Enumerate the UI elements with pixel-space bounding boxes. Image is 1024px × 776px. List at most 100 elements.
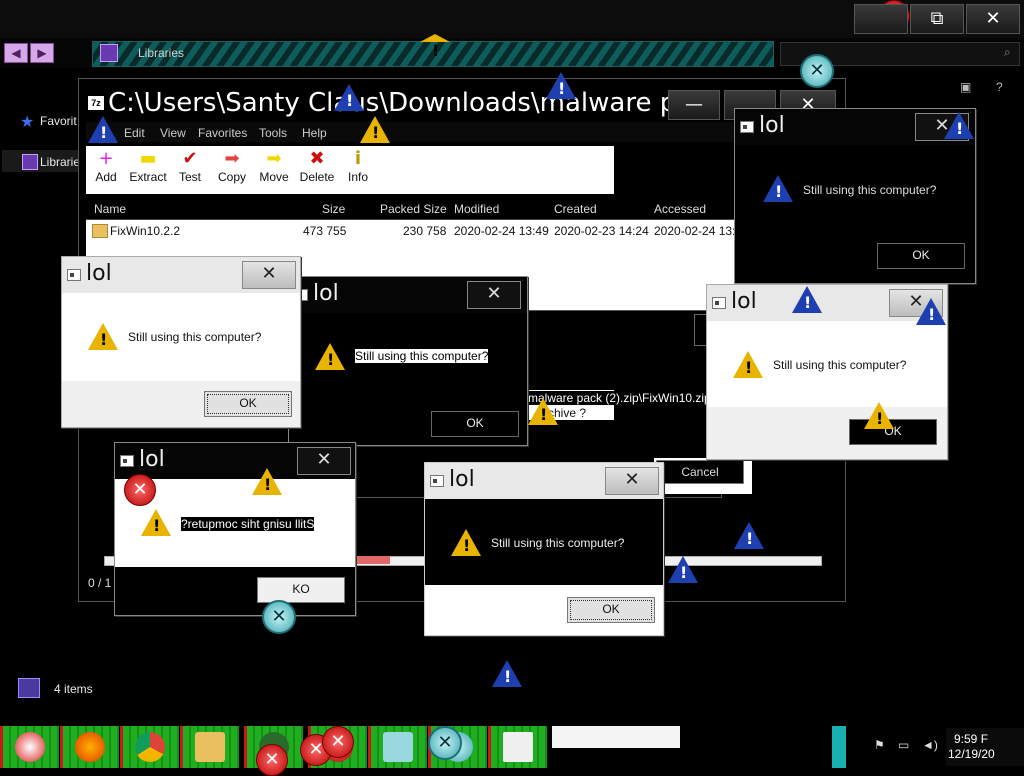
ko-button[interactable]: KO xyxy=(257,577,345,603)
column-size[interactable]: Size xyxy=(322,202,345,216)
add-button[interactable]: + Add xyxy=(84,148,128,184)
volume-icon[interactable]: ◄) xyxy=(922,738,938,752)
breadcrumb[interactable]: Libraries xyxy=(138,46,184,60)
test-icon: ✔ xyxy=(182,148,198,169)
info-button[interactable]: i Info xyxy=(336,148,380,184)
dialog-title: lol xyxy=(449,467,475,492)
libraries-status-icon xyxy=(18,678,40,698)
clock[interactable]: 9:59 F 12/19/20 xyxy=(946,728,1024,766)
warning-triangle-icon xyxy=(733,351,763,378)
column-packed-size[interactable]: Packed Size xyxy=(380,202,447,216)
warning-triangle-icon xyxy=(315,343,345,370)
row-accessed: 2020-02-24 13:4 xyxy=(654,224,743,238)
taskbar-chrome[interactable] xyxy=(120,726,179,768)
row-created: 2020-02-23 14:24 xyxy=(554,224,649,238)
column-accessed[interactable]: Accessed xyxy=(654,202,706,216)
libraries-icon xyxy=(22,154,38,170)
help-icon[interactable]: ? xyxy=(996,80,1003,94)
info-triangle-icon xyxy=(763,175,793,202)
column-name[interactable]: Name xyxy=(94,202,126,216)
dialog-close-button[interactable]: ✕ xyxy=(242,261,296,289)
forward-button[interactable]: ▶ xyxy=(30,43,54,63)
dialog-message: ?retupmoc siht gnisu llitS xyxy=(181,517,315,531)
back-button[interactable]: ◀ xyxy=(4,43,28,63)
ok-button[interactable]: OK xyxy=(431,411,519,437)
error-circle-icon: ✕ xyxy=(124,474,156,506)
close-x-icon: ✕ xyxy=(800,54,834,88)
dialog-title: lol xyxy=(86,261,112,286)
add-label: Add xyxy=(95,170,117,184)
info-triangle-icon xyxy=(944,112,974,139)
warning-triangle-icon xyxy=(360,116,390,143)
cancel-button[interactable]: Cancel xyxy=(656,460,744,484)
dialog-title: lol xyxy=(313,281,339,306)
column-created[interactable]: Created xyxy=(554,202,597,216)
maximize-button[interactable]: ⧉ xyxy=(910,4,964,34)
extract-label: Extract xyxy=(129,170,167,184)
warning-triangle-icon xyxy=(528,398,558,425)
delete-button[interactable]: ✖ Delete xyxy=(295,148,339,184)
nav-favorites[interactable]: Favorit xyxy=(40,114,77,128)
taskbar-app[interactable] xyxy=(368,726,427,768)
notepad-icon xyxy=(383,732,413,762)
taskbar-santa[interactable] xyxy=(0,726,59,768)
taskbar-app[interactable] xyxy=(488,726,547,768)
dialog-message: Still using this computer? xyxy=(128,330,262,344)
delete-icon: ✖ xyxy=(309,148,325,169)
dialog-titlebar: lol ✕ xyxy=(735,109,975,145)
taskbar-blank xyxy=(552,726,680,748)
menu-edit[interactable]: Edit xyxy=(124,126,145,140)
dialog-close-button[interactable]: ✕ xyxy=(605,467,659,495)
app-icon xyxy=(67,269,81,281)
dialog-close-button[interactable]: ✕ xyxy=(297,447,351,475)
extract-icon: ▬ xyxy=(139,148,157,169)
minimize-button[interactable] xyxy=(854,4,908,34)
clock-time: 9:59 F xyxy=(954,732,989,746)
test-button[interactable]: ✔ Test xyxy=(168,148,212,184)
dialog-title: lol xyxy=(731,289,757,314)
column-modified[interactable]: Modified xyxy=(454,202,499,216)
flag-icon[interactable]: ⚑ xyxy=(874,738,885,752)
close-button[interactable]: ✕ xyxy=(966,4,1020,34)
dialog-close-button[interactable]: ✕ xyxy=(467,281,521,309)
folder-icon xyxy=(92,224,108,238)
menu-view[interactable]: View xyxy=(160,126,186,140)
row-packed-size: 230 758 xyxy=(403,224,447,238)
ok-button[interactable]: OK xyxy=(877,243,965,269)
copy-button[interactable]: ➡ Copy xyxy=(210,148,254,184)
show-hidden-icons[interactable] xyxy=(832,726,846,768)
dialog-lol-reversed: lol ✕ ?retupmoc siht gnisu llitS KO xyxy=(114,442,356,616)
menu-tools[interactable]: Tools xyxy=(259,126,287,140)
row-name[interactable]: FixWin10.2.2 xyxy=(110,224,180,238)
menu-favorites[interactable]: Favorites xyxy=(198,126,247,140)
status-item-count: 4 items xyxy=(54,682,93,696)
info-label: Info xyxy=(347,170,368,184)
taskbar-firefox[interactable] xyxy=(60,726,119,768)
copy-icon: ➡ xyxy=(224,148,240,169)
move-label: Move xyxy=(259,170,289,184)
firefox-icon xyxy=(75,732,105,762)
ok-button[interactable]: OK xyxy=(204,391,292,417)
test-label: Test xyxy=(178,170,201,184)
window-title: C:\Users\Santy Claus\Downloads\malware p… xyxy=(108,88,717,118)
extract-button[interactable]: ▬ Extract xyxy=(126,148,170,184)
preview-pane-icon[interactable]: ▣ xyxy=(960,80,971,94)
zip-minimize-button[interactable]: — xyxy=(668,90,720,120)
taskbar-explorer[interactable] xyxy=(180,726,239,768)
ok-button[interactable]: OK xyxy=(567,597,655,623)
dialog-lol: lol ✕ Still using this computer? OK xyxy=(288,276,528,446)
warning-triangle-icon xyxy=(88,323,118,350)
dialog-lol: lol ✕ Still using this computer? OK xyxy=(61,256,301,428)
app-icon xyxy=(120,455,134,467)
close-x-icon: ✕ xyxy=(262,600,296,634)
dialog-title: lol xyxy=(759,113,785,138)
nav-libraries[interactable]: Librarie xyxy=(40,155,80,169)
star-icon: ★ xyxy=(20,114,35,131)
app-icon xyxy=(712,297,726,309)
row-modified: 2020-02-24 13:49 xyxy=(454,224,549,238)
info-triangle-icon xyxy=(492,660,522,687)
network-icon[interactable]: ▭ xyxy=(898,738,909,752)
move-button[interactable]: ➡ Move xyxy=(252,148,296,184)
menu-help[interactable]: Help xyxy=(302,126,327,140)
dialog-message: Still using this computer? xyxy=(803,183,937,197)
